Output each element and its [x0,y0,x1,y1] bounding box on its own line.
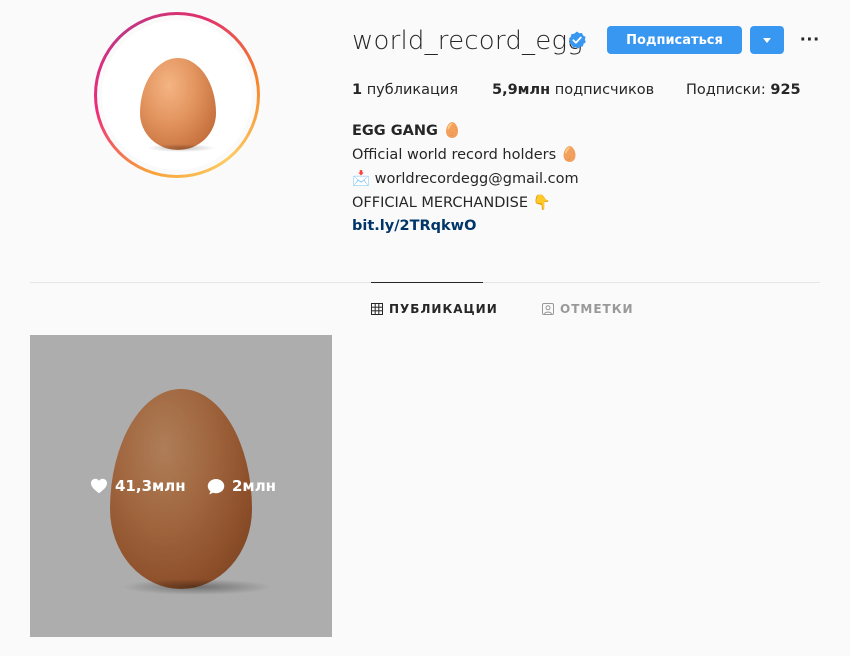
followers-count-value: 5,9млн [492,82,551,98]
active-tab-indicator [371,282,483,283]
posts-count-value: 1 [352,82,363,98]
post-comments: 2млн [207,477,276,495]
posts-count: 1 публикация [352,82,458,98]
egg-image [140,58,216,150]
bio-full-name: EGG GANG 🥚 [352,123,462,139]
bio-external-link[interactable]: bit.ly/2TRqkwO [352,218,476,234]
followers-count-label: подписчиков [554,82,655,98]
avatar-ring-gap [97,15,257,175]
grid-icon [371,303,383,315]
profile-avatar[interactable] [94,12,260,178]
more-options-button[interactable]: ··· [798,28,822,52]
verified-badge-icon [568,31,586,49]
tab-tagged-label: ОТМЕТКИ [560,302,634,316]
bio-line-merch: OFFICIAL MERCHANDISE 👇 [352,195,551,211]
bio-line-description: Official world record holders 🥚 [352,147,579,163]
avatar-photo [102,20,252,170]
suggested-dropdown-button[interactable] [750,26,784,54]
bio-line-email: 📩 worldrecordegg@gmail.com [352,171,579,187]
profile-username: world_record_egg [352,26,584,56]
posts-count-label: публикация [366,82,459,98]
tab-tagged[interactable]: ОТМЕТКИ [542,302,634,316]
egg-shadow [146,144,216,152]
following-count-value: 925 [770,82,801,98]
tab-posts[interactable]: ПУБЛИКАЦИИ [371,302,498,316]
tagged-icon [542,303,554,315]
post-comments-count: 2млн [232,477,277,495]
following-count[interactable]: Подписки: 925 [686,82,801,98]
heart-icon [91,478,107,494]
post-likes-count: 41,3млн [115,477,186,495]
followers-count[interactable]: 5,9млн подписчиков [492,82,654,98]
follow-button[interactable]: Подписаться [607,26,742,54]
post-thumbnail[interactable]: 41,3млн 2млн [30,335,332,637]
tab-posts-label: ПУБЛИКАЦИИ [389,302,498,316]
comment-icon [207,478,225,494]
chevron-down-icon [763,38,771,43]
following-count-label: Подписки: [686,82,766,98]
post-likes: 41,3млн [90,477,186,495]
